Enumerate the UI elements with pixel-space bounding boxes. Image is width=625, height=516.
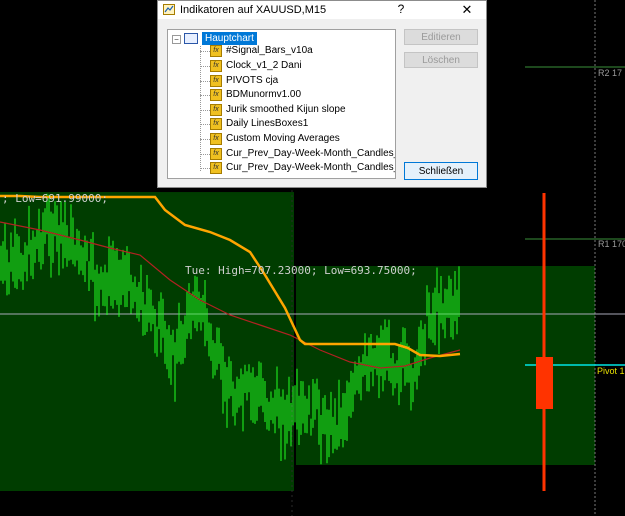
tree-item-label: Cur_Prev_Day-Week-Month_Candles_v1.3 bbox=[226, 162, 395, 173]
collapse-icon[interactable]: − bbox=[172, 35, 181, 44]
pivot-level-label: Pivot 17 bbox=[597, 366, 625, 376]
tree-connector-branch bbox=[200, 124, 210, 125]
range-box-left bbox=[0, 192, 294, 491]
indicators-dialog: Indikatoren auf XAUUSD,M15 ? ✕ − Hauptch… bbox=[157, 0, 487, 188]
indicator-fx-icon: fx bbox=[210, 60, 222, 72]
tree-item-label: Custom Moving Averages bbox=[226, 133, 340, 144]
dialog-titlebar[interactable]: Indikatoren auf XAUUSD,M15 ? ✕ bbox=[158, 1, 486, 19]
previous-day-low-label: ; Low=691.99000; bbox=[2, 192, 108, 205]
indicator-fx-icon: fx bbox=[210, 104, 222, 116]
tree-item-label: Cur_Prev_Day-Week-Month_Candles_v1.3 bbox=[226, 148, 395, 159]
indicator-fx-icon: fx bbox=[210, 89, 222, 101]
close-window-button[interactable]: ✕ bbox=[454, 1, 480, 19]
chart-window-icon bbox=[184, 33, 198, 44]
tree-connector-branch bbox=[200, 66, 210, 67]
tree-connector-branch bbox=[200, 81, 210, 82]
indicator-fx-icon: fx bbox=[210, 118, 222, 130]
r1-level-label: R1 170 bbox=[598, 239, 625, 249]
tree-connector-branch bbox=[200, 51, 210, 52]
dialog-title: Indikatoren auf XAUUSD,M15 bbox=[180, 4, 327, 16]
r2-level-label: R2 17 bbox=[598, 68, 622, 78]
indicator-tree[interactable]: − Hauptchart fx #Signal_Bars_v10a fx Clo… bbox=[167, 29, 396, 179]
indicator-fx-icon: fx bbox=[210, 45, 222, 57]
tree-item-label: BDMunormv1.00 bbox=[226, 89, 302, 100]
daily-candle-body bbox=[536, 357, 553, 409]
indicator-fx-icon: fx bbox=[210, 75, 222, 87]
day-high-low-label: Tue: High=707.23000; Low=693.75000; bbox=[185, 264, 417, 277]
edit-button[interactable]: Editieren bbox=[404, 29, 478, 45]
tree-connector-branch bbox=[200, 154, 210, 155]
delete-button[interactable]: Löschen bbox=[404, 52, 478, 68]
tree-item-label: #Signal_Bars_v10a bbox=[226, 45, 313, 56]
tree-connector bbox=[200, 46, 201, 171]
indicator-fx-icon: fx bbox=[210, 148, 222, 160]
tree-item-label: PIVOTS cja bbox=[226, 75, 279, 86]
tree-item-label: Jurik smoothed Kijun slope bbox=[226, 104, 346, 115]
tree-root-label: Hauptchart bbox=[202, 32, 257, 45]
tree-item-label: Clock_v1_2 Dani bbox=[226, 60, 302, 71]
help-button[interactable]: ? bbox=[388, 1, 414, 19]
tree-connector-branch bbox=[200, 139, 210, 140]
indicator-fx-icon: fx bbox=[210, 162, 222, 174]
tree-connector-branch bbox=[200, 110, 210, 111]
indicator-fx-icon: fx bbox=[210, 133, 222, 145]
tree-connector-branch bbox=[200, 168, 210, 169]
indicators-window-icon bbox=[163, 4, 175, 15]
tree-item-label: Daily LinesBoxes1 bbox=[226, 118, 309, 129]
close-button[interactable]: Schließen bbox=[404, 162, 478, 180]
tree-connector-branch bbox=[200, 95, 210, 96]
